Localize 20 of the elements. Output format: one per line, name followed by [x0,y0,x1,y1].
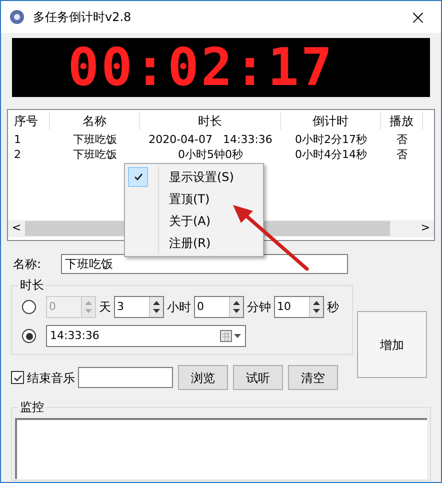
window-title: 多任务倒计时v2.8 [33,9,132,26]
table-cell-text: 0小时4分14秒 [294,147,368,162]
table-cell-text: 2 [13,147,22,162]
unit-label: 分钟 [247,299,271,316]
table-cell-text: 1 [13,132,22,147]
table-cell-text: 0小时2分17秒 [294,132,368,147]
time-value: 14:33:36 [50,328,100,344]
name-label: 名称: [13,256,42,273]
table-cell-text: 否 [396,147,408,162]
clock-time: 00:02:17 [68,42,334,94]
table-cell-text: 0小时5钟0秒 [177,147,244,162]
unit-label: 小时 [167,299,191,316]
checkbox-label: 结束音乐 [27,370,75,386]
unit-label: 秒 [327,299,339,316]
table-cell-text: 否 [396,132,408,147]
table-cell-text: 2020-04-07 14:33:36 [148,132,274,147]
table-cell-text: 下班吃饭 [72,147,118,162]
unit-label: 天 [99,299,111,316]
table-cell-text: 下班吃饭 [72,132,118,147]
group-title: 监控 [18,398,46,416]
